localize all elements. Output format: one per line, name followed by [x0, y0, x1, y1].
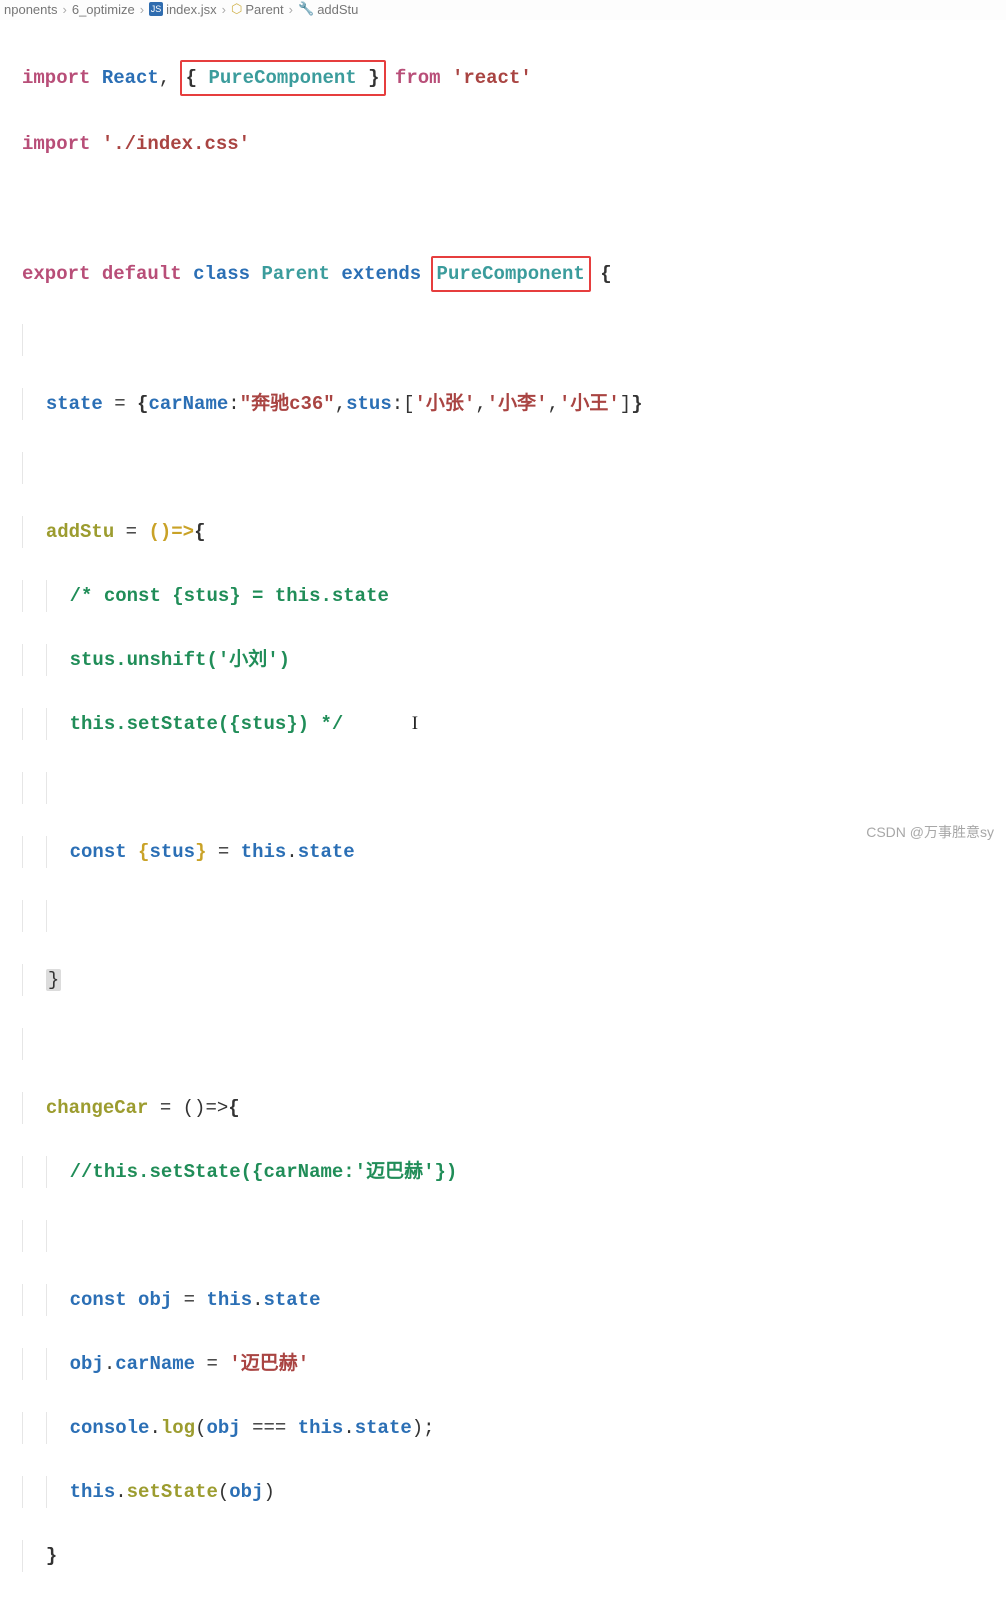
- breadcrumb-separator: ›: [138, 2, 146, 17]
- matching-brace: }: [46, 969, 61, 991]
- breadcrumb[interactable]: nponents › 6_optimize › JS index.jsx › ⬡…: [0, 0, 1006, 20]
- code-line: export default class Parent extends Pure…: [22, 256, 1006, 292]
- breadcrumb-folder[interactable]: 6_optimize: [72, 2, 135, 17]
- code-line: [22, 1028, 1006, 1060]
- breadcrumb-separator: ›: [61, 2, 69, 17]
- code-line: import React, { PureComponent } from 're…: [22, 60, 1006, 96]
- code-line: /* const {stus} = this.state: [22, 580, 1006, 612]
- code-line: this.setState(obj): [22, 1476, 1006, 1508]
- breadcrumb-file[interactable]: index.jsx: [166, 2, 217, 17]
- class-icon: ⬡: [231, 1, 242, 17]
- code-line: addStu = ()=>{: [22, 516, 1006, 548]
- code-line: import './index.css': [22, 128, 1006, 160]
- breadcrumb-separator: ›: [287, 2, 295, 17]
- code-line: state = {carName:"奔驰c36",stus:['小张','小李'…: [22, 388, 1006, 420]
- highlight-box-import: { PureComponent }: [180, 60, 386, 96]
- code-line: [22, 772, 1006, 804]
- watermark: CSDN @万事胜意sy: [866, 822, 994, 842]
- code-line: [22, 1220, 1006, 1252]
- jsx-file-icon: JS: [149, 2, 163, 16]
- code-line: [22, 324, 1006, 356]
- code-line: this.setState({stus}) */ I: [22, 708, 1006, 740]
- code-line: const obj = this.state: [22, 1284, 1006, 1316]
- code-line: }: [22, 1540, 1006, 1572]
- breadcrumb-class[interactable]: Parent: [245, 2, 283, 17]
- code-editor[interactable]: import React, { PureComponent } from 're…: [0, 20, 1006, 1604]
- breadcrumb-method[interactable]: addStu: [317, 2, 358, 17]
- breadcrumb-folder[interactable]: nponents: [4, 2, 58, 17]
- code-line: [22, 452, 1006, 484]
- code-line: const {stus} = this.state: [22, 836, 1006, 868]
- code-line: changeCar = ()=>{: [22, 1092, 1006, 1124]
- method-icon: 🔧: [298, 1, 314, 17]
- breadcrumb-separator: ›: [220, 2, 228, 17]
- code-line: ​: [22, 900, 1006, 932]
- text-cursor-icon: I: [412, 713, 418, 734]
- code-line: stus.unshift('小刘'): [22, 644, 1006, 676]
- code-line: obj.carName = '迈巴赫': [22, 1348, 1006, 1380]
- code-line: //this.setState({carName:'迈巴赫'}): [22, 1156, 1006, 1188]
- code-line: [22, 192, 1006, 224]
- code-line: console.log(obj === this.state);: [22, 1412, 1006, 1444]
- highlight-box-extends: PureComponent: [431, 256, 591, 292]
- code-line: }: [22, 964, 1006, 996]
